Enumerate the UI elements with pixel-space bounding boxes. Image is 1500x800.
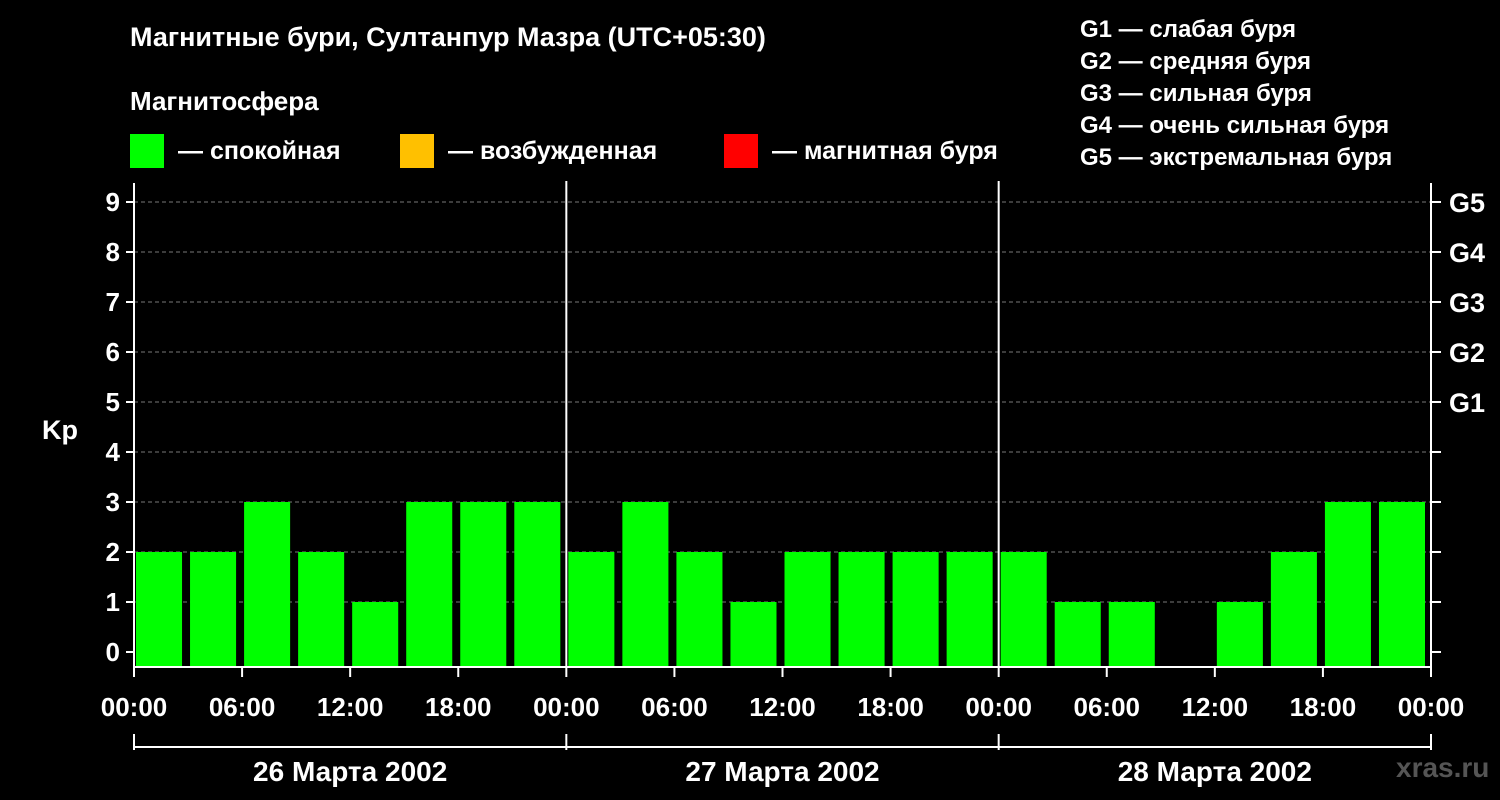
kp-bar	[1270, 552, 1317, 667]
kp-bar	[784, 552, 831, 667]
kp-bar	[190, 552, 237, 667]
g-level-label: G3	[1449, 288, 1485, 318]
y-tick-label: 5	[106, 387, 120, 417]
kp-bar	[1216, 602, 1263, 667]
y-axis-label: Kp	[42, 415, 78, 445]
kp-bar	[406, 502, 453, 667]
kp-bar	[622, 502, 669, 667]
kp-bar	[1108, 602, 1155, 667]
date-label: 27 Марта 2002	[685, 756, 879, 787]
y-tick-label: 6	[106, 337, 120, 367]
kp-bar	[514, 502, 561, 667]
kp-bar	[1378, 502, 1425, 667]
x-tick-label: 18:00	[1290, 692, 1357, 722]
kp-bar	[1000, 552, 1047, 667]
x-tick-label: 18:00	[425, 692, 492, 722]
kp-bar-chart: 0 1 2 3 4 5 6 7 8 9 G1 G2 G3 G4 G5 Kp 00:00 06:00 12:00 18:…	[42, 181, 1485, 787]
kp-bar	[352, 602, 399, 667]
y-tick-label: 2	[106, 537, 120, 567]
kp-bar	[298, 552, 345, 667]
x-tick-label: 06:00	[209, 692, 276, 722]
g-level-label: G5	[1449, 188, 1485, 218]
y-tick-label: 7	[106, 287, 120, 317]
y-tick-label: 4	[106, 437, 121, 467]
date-label: 26 Марта 2002	[253, 756, 447, 787]
g-level-label: G4	[1449, 238, 1485, 268]
x-tick-label: 12:00	[749, 692, 816, 722]
y-tick-label: 0	[106, 637, 120, 667]
kp-bar	[946, 552, 993, 667]
x-tick-label: 00:00	[965, 692, 1032, 722]
x-tick-label: 06:00	[1074, 692, 1141, 722]
kp-bar	[1324, 502, 1371, 667]
x-tick-label: 18:00	[857, 692, 924, 722]
x-tick-label: 12:00	[317, 692, 384, 722]
y-tick-label: 8	[106, 237, 120, 267]
kp-bar	[838, 552, 885, 667]
g-level-label: G2	[1449, 338, 1485, 368]
kp-bar	[892, 552, 939, 667]
x-tick-label: 00:00	[1398, 692, 1465, 722]
x-tick-label: 00:00	[101, 692, 168, 722]
kp-bar	[460, 502, 507, 667]
kp-bar	[244, 502, 291, 667]
kp-bar	[568, 552, 615, 667]
kp-bar	[1054, 602, 1101, 667]
x-tick-label: 00:00	[533, 692, 600, 722]
kp-bar	[730, 602, 777, 667]
watermark: xras.ru	[1396, 752, 1490, 783]
g-level-label: G1	[1449, 388, 1485, 418]
y-tick-label: 9	[106, 187, 120, 217]
x-tick-label: 06:00	[641, 692, 708, 722]
y-tick-label: 1	[106, 587, 120, 617]
kp-bar	[676, 552, 723, 667]
date-label: 28 Марта 2002	[1118, 756, 1312, 787]
x-tick-label: 12:00	[1182, 692, 1249, 722]
kp-bar	[136, 552, 183, 667]
y-tick-label: 3	[106, 487, 120, 517]
